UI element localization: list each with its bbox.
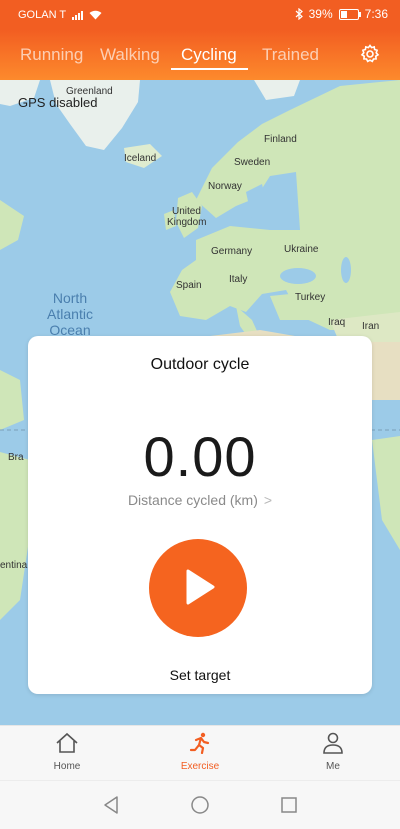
person-icon [323,732,343,754]
map-label-greenland: Greenland [66,86,113,97]
map-label-italy: Italy [229,274,248,285]
nav-home-label: Home [53,761,81,772]
map-label-ukraine: Ukraine [284,244,319,255]
battery-icon [338,8,361,20]
carrier-name: GOLAN T [18,9,67,21]
status-bar: GOLAN T 39% 7:36 [0,0,400,30]
active-tab-indicator [171,68,248,70]
play-icon [186,569,215,605]
signal-icon [72,10,84,20]
battery-percent: 39% [308,7,333,21]
bluetooth-icon [295,8,303,20]
map-label-turkey: Turkey [295,292,326,303]
workout-title: Outdoor cycle [150,356,250,373]
distance-unit-selector[interactable]: Distance cycled (km) > [28,492,372,508]
workout-card: Outdoor cycle 0.00 Distance cycled (km) >… [28,336,372,694]
battery-fill [340,10,347,18]
map-label-kingdom: Kingdom [167,217,207,228]
map-label-north-atlantic-ocean: North Atlantic Ocean [40,290,100,338]
chevron-right-icon: > [263,492,273,508]
map-label-sweden: Sweden [234,157,271,168]
status-right: 39% 7:36 [295,7,388,21]
system-navigation-bar [0,780,400,829]
map-label-iceland: Iceland [124,153,157,164]
status-left: GOLAN T [18,9,102,21]
home-circle-icon[interactable] [188,793,212,817]
settings-gear-icon[interactable] [360,44,380,64]
ocean-label-line2: Atlantic [47,306,93,322]
set-target-button[interactable]: Set target [28,667,372,683]
recents-square-icon[interactable] [277,793,301,817]
nav-exercise[interactable]: Exercise [160,732,240,772]
tab-trained[interactable]: Trained [262,45,319,65]
map-label-brazil: Bra [8,452,24,463]
gps-status: GPS disabled [18,95,98,110]
nav-me[interactable]: Me [293,732,373,772]
exercise-type-tabs: Running Walking Cycling Trained [0,30,400,80]
map-label-united: United [172,206,201,217]
distance-label: Distance cycled (km) [127,492,258,508]
start-workout-button[interactable] [149,539,247,637]
nav-home[interactable]: Home [27,732,107,772]
tab-cycling[interactable]: Cycling [181,45,237,65]
running-person-icon [189,732,210,755]
map-label-iran: Iran [362,321,380,332]
nav-exercise-label: Exercise [180,761,220,772]
tab-walking[interactable]: Walking [100,45,160,65]
back-icon[interactable] [99,793,123,817]
ocean-label-line1: North [52,290,88,306]
map-label-spain: Spain [176,280,202,291]
tab-running[interactable]: Running [20,45,83,65]
nav-me-label: Me [326,761,340,772]
map-label-norway: Norway [208,181,242,192]
distance-value: 0.00 [143,425,257,488]
home-icon [56,732,78,753]
map-label-argentina: entina [0,560,28,571]
bottom-navigation: Home Exercise Me [0,725,400,781]
clock: 7:36 [364,7,388,21]
map-label-germany: Germany [211,246,253,257]
map-label-iraq: Iraq [328,317,346,328]
wifi-icon [89,10,102,20]
map-label-finland: Finland [264,134,297,145]
